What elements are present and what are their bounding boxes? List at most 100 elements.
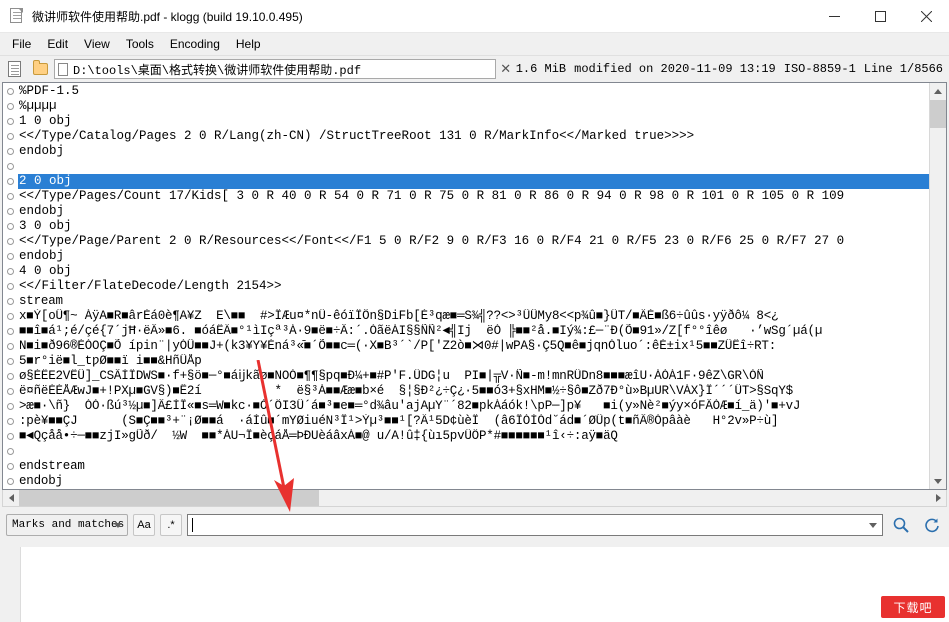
hscroll-track[interactable] [19,490,930,506]
log-line[interactable]: endobj [18,249,929,264]
close-button[interactable] [903,0,949,32]
menu-edit[interactable]: Edit [39,34,76,54]
line-marker[interactable] [3,204,17,219]
log-line[interactable]: <</Type/Pages/Count 17/Kids[ 3 0 R 40 0 … [18,189,929,204]
line-marker[interactable] [3,129,17,144]
log-line[interactable]: <</Filter/FlateDecode/Length 2154>> [18,279,929,294]
line-marker[interactable] [3,339,17,354]
log-line[interactable]: endobj [18,144,929,159]
line-marker[interactable] [3,84,17,99]
line-marker[interactable] [3,354,17,369]
open-file-button[interactable] [28,58,52,80]
search-scope-combo[interactable]: Marks and matches [6,514,128,536]
scroll-down-button[interactable] [930,473,946,489]
line-marker[interactable] [3,189,17,204]
scroll-left-button[interactable] [3,490,19,506]
line-marker[interactable] [3,399,17,414]
hscroll-thumb[interactable] [19,490,319,506]
maximize-button[interactable] [857,0,903,32]
circle-marker-icon [6,418,14,425]
log-line[interactable]: %µµµµ [18,99,929,114]
line-marker[interactable] [3,159,17,174]
line-marker-gutter[interactable] [3,83,18,489]
log-line[interactable]: ø§ÈËE2VËÛ]_CSÂÍÏDWS■·f+§ö■─°■áĳkãø■NOÒ■¶… [18,369,929,384]
circle-marker-icon [6,148,14,155]
circle-marker-icon [6,268,14,275]
search-history-chevron-icon[interactable] [869,522,877,528]
log-line[interactable]: N■i■ð96®ÈÒOÇ■Õ ípin¨|yÒÛ■■J+(k3¥Y¥Èná³«̄… [18,339,929,354]
line-marker[interactable] [3,264,17,279]
menu-file[interactable]: File [4,34,39,54]
log-line[interactable]: >æ■·\ñ} ÒÒ·ßú³½µ■]Â£ÍÎ«■s═W■kc·■Ó´ÖI3Û´á… [18,399,929,414]
circle-marker-icon [6,223,14,230]
minimize-button[interactable] [811,0,857,32]
search-input-combo[interactable] [187,514,883,536]
regex-button[interactable]: .* [160,514,182,536]
search-bar: Marks and matches Aa .* [0,507,949,540]
refresh-button[interactable] [919,513,945,537]
line-marker[interactable] [3,174,17,189]
log-text-view[interactable]: %PDF-1.5 %µµµµ 1 0 obj <</Type/Catalog/Page… [2,82,947,490]
line-marker[interactable] [3,369,17,384]
log-line[interactable]: ë¤ñëÈÈÅÆwJ■+!PXµ■GV§)■Ê2í * ë§³À■■Ææ■b×é… [18,384,929,399]
log-line[interactable]: endobj [18,204,929,219]
log-line[interactable] [18,444,929,459]
line-marker[interactable] [3,144,17,159]
menu-help[interactable]: Help [228,34,269,54]
menu-view[interactable]: View [76,34,118,54]
log-line[interactable]: 1 0 obj [18,114,929,129]
line-marker[interactable] [3,429,17,444]
line-marker[interactable] [3,99,17,114]
vscroll-thumb[interactable] [930,100,946,128]
line-marker[interactable] [3,324,17,339]
log-line[interactable]: %PDF-1.5 [18,84,929,99]
search-input[interactable] [188,516,869,534]
log-line[interactable]: ■◄Qçåå•÷─■■zjI»gŨð/ ½W ■■*ÀU¬Î■èçáÅ═ÞÐUè… [18,429,929,444]
line-marker[interactable] [3,474,17,489]
log-line[interactable]: endobj [18,474,929,489]
log-line[interactable]: <</Type/Catalog/Pages 2 0 R/Lang(zh-CN) … [18,129,929,144]
line-marker[interactable] [3,294,17,309]
menu-encoding[interactable]: Encoding [162,34,228,54]
vertical-scrollbar[interactable] [929,83,946,489]
log-lines[interactable]: %PDF-1.5 %µµµµ 1 0 obj <</Type/Catalog/Page… [18,83,929,489]
line-marker[interactable] [3,234,17,249]
bottom-left-strip [0,547,21,622]
log-line[interactable]: :pè¥■■ÇJ (S■Ç■■³+¨¡Ø■■á ·áÍû■´mYØiuéN³Î¹… [18,414,929,429]
log-line[interactable]: 5■r°ië■l_tƿØ■■ï i■■&HñÛÅp [18,354,929,369]
menu-bar: File Edit View Tools Encoding Help [0,33,949,56]
line-marker[interactable] [3,459,17,474]
match-case-button[interactable]: Aa [133,514,155,536]
log-line[interactable]: ■■î■á¹;é/çé{7´jĦ·ëÂ»■6. ■óáËÄ■°¹ìIçª³À·9… [18,324,929,339]
log-line[interactable]: endstream [18,459,929,474]
log-line[interactable]: stream [18,294,929,309]
circle-marker-icon [6,478,14,485]
log-line[interactable]: x■Ý[oÛ¶~ ÀÿA■R■ârÈá0è¶A¥Z E\■■ #>ÏÆu¤*nÜ… [18,309,929,324]
log-line[interactable]: <</Type/Page/Parent 2 0 R/Resources<</Fo… [18,234,929,249]
log-line[interactable]: 3 0 obj [18,219,929,234]
log-line[interactable]: 4 0 obj [18,264,929,279]
scroll-right-button[interactable] [930,490,946,506]
line-marker[interactable] [3,384,17,399]
scroll-up-button[interactable] [930,83,946,99]
line-marker[interactable] [3,414,17,429]
vscroll-track[interactable] [930,99,946,473]
line-marker[interactable] [3,114,17,129]
search-button[interactable] [888,513,914,537]
circle-marker-icon [6,343,14,350]
file-size-label: 1.6 MiB [515,62,567,76]
log-line[interactable]: 2 0 obj [18,174,929,189]
menu-tools[interactable]: Tools [118,34,162,54]
line-marker[interactable] [3,444,17,459]
line-marker[interactable] [3,219,17,234]
magnifier-icon [893,517,909,533]
close-file-button[interactable]: ✕ [498,59,514,79]
log-line[interactable] [18,159,929,174]
line-marker[interactable] [3,249,17,264]
file-path-bar[interactable]: D:\tools\桌面\格式转换\微讲师软件使用帮助.pdf [54,59,496,79]
file-encoding-label: ISO-8859-1 [783,62,856,76]
horizontal-scrollbar[interactable] [2,490,947,507]
line-marker[interactable] [3,279,17,294]
line-marker[interactable] [3,309,17,324]
new-file-button[interactable] [2,58,26,80]
